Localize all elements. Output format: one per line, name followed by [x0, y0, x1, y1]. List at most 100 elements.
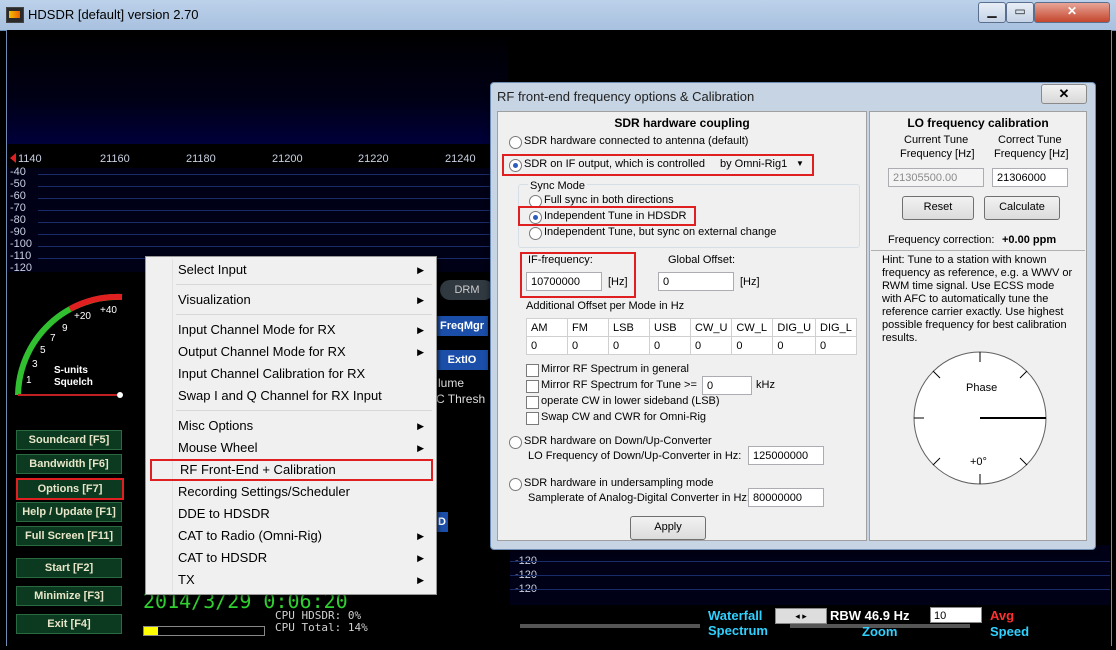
mode-offset-cell[interactable]: 0	[567, 336, 609, 355]
antenna-radio[interactable]	[509, 136, 522, 149]
menu-item-output-channel-mode[interactable]: Output Channel Mode for RX ▶	[146, 341, 434, 363]
mode-offset-cell[interactable]: 0	[649, 336, 691, 355]
samplerate-input[interactable]: 80000000	[748, 488, 824, 507]
sync-ext-radio[interactable]	[529, 227, 542, 240]
mirror-tune-input[interactable]: 0	[702, 376, 752, 395]
mode-offset-cell[interactable]: 0	[526, 336, 568, 355]
lo-calibration-title: LO frequency calibration	[907, 116, 1049, 130]
freq-tick: 21220	[358, 153, 389, 165]
level-bar	[143, 626, 265, 636]
thresh-label: C Thresh	[436, 392, 486, 406]
menu-item-misc-options[interactable]: Misc Options ▶	[146, 415, 434, 437]
sync-indep-radio[interactable]	[529, 211, 542, 224]
lo-freq-input[interactable]: 125000000	[748, 446, 824, 465]
options-button[interactable]: Options [F7]	[16, 478, 124, 500]
mode-offset-cell[interactable]: 0	[608, 336, 650, 355]
drm-button[interactable]: DRM	[440, 280, 494, 300]
converter-radio[interactable]	[509, 436, 522, 449]
swap-cw-checkbox[interactable]	[526, 412, 539, 425]
close-button[interactable]: ✕	[1034, 2, 1110, 23]
spectrum-label: Spectrum	[708, 623, 768, 638]
mirror-general-checkbox[interactable]	[526, 364, 539, 377]
omnirig-select[interactable]: by Omni-Rig1	[720, 158, 787, 170]
lo-freq-label: LO Frequency of Down/Up-Converter in Hz:	[528, 450, 742, 462]
freqmgr-button[interactable]: FreqMgr	[436, 316, 488, 336]
partial-button[interactable]: D	[436, 512, 448, 532]
reset-button[interactable]: Reset	[902, 196, 974, 220]
mode-header: LSB	[608, 318, 650, 337]
if-output-radio[interactable]	[509, 159, 522, 172]
zoom-label: Zoom	[862, 624, 898, 639]
menu-item-input-calibration[interactable]: Input Channel Calibration for RX	[146, 363, 434, 385]
display-controls: Waterfall Spectrum ◂ ▸ RBW 46.9 Hz 10 Av…	[510, 606, 1110, 646]
waterfall-arrows[interactable]: ◂ ▸	[775, 608, 827, 624]
mode-offset-cell[interactable]: 0	[772, 336, 817, 355]
current-tune-unit: Frequency [Hz]	[900, 148, 975, 160]
minimize-app-button[interactable]: Minimize [F3]	[16, 586, 122, 606]
menu-item-dde[interactable]: DDE to HDSDR	[146, 503, 434, 525]
extio-button[interactable]: ExtIO	[436, 350, 488, 370]
minimize-button[interactable]: ▁	[978, 2, 1006, 23]
cpu-total: CPU Total: 14%	[275, 621, 368, 634]
full-screen-button[interactable]: Full Screen [F11]	[16, 526, 122, 546]
mode-offset-cell[interactable]: 0	[815, 336, 858, 355]
mirror-tune-checkbox[interactable]	[526, 380, 539, 393]
s-scale: +20	[74, 311, 91, 322]
mode-offset-cell[interactable]: 0	[731, 336, 774, 355]
slider-track[interactable]	[520, 624, 700, 628]
menu-item-visualization[interactable]: Visualization ▶	[146, 289, 434, 311]
s-meter: 1 3 5 7 9 +20 +40 S-units Squelch	[10, 285, 128, 400]
submenu-arrow-icon: ▶	[417, 443, 424, 453]
correct-tune-unit: Frequency [Hz]	[994, 148, 1069, 160]
s-units-label: S-units	[54, 365, 88, 376]
menu-item-recording[interactable]: Recording Settings/Scheduler	[146, 481, 434, 503]
samplerate-label: Samplerate of Analog-Digital Converter i…	[528, 492, 750, 504]
global-offset-input[interactable]: 0	[658, 272, 734, 291]
correct-tune-input[interactable]: 21306000	[992, 168, 1068, 187]
menu-item-select-input[interactable]: Select Input ▶	[146, 259, 434, 281]
waterfall-display[interactable]	[8, 32, 508, 144]
sync-full-label: Full sync in both directions	[544, 194, 674, 206]
bandwidth-button[interactable]: Bandwidth [F6]	[16, 454, 122, 474]
lower-spectrum[interactable]: -120 -120 -120	[510, 545, 1110, 605]
volume-label: lume	[438, 376, 465, 390]
submenu-arrow-icon: ▶	[417, 295, 424, 305]
help-update-button[interactable]: Help / Update [F1]	[16, 502, 122, 522]
db-label: -110	[10, 250, 32, 262]
chevron-down-icon[interactable]: ▼	[796, 159, 804, 168]
if-freq-input[interactable]: 10700000	[526, 272, 602, 291]
menu-item-mouse-wheel[interactable]: Mouse Wheel ▶	[146, 437, 434, 459]
maximize-button[interactable]: ▭	[1006, 2, 1034, 23]
soundcard-button[interactable]: Soundcard [F5]	[16, 430, 122, 450]
menu-item-tx[interactable]: TX ▶	[146, 569, 434, 591]
antenna-label: SDR hardware connected to antenna (defau…	[524, 135, 749, 147]
menu-item-cat-radio[interactable]: CAT to Radio (Omni-Rig) ▶	[146, 525, 434, 547]
submenu-arrow-icon: ▶	[417, 531, 424, 541]
start-button[interactable]: Start [F2]	[16, 558, 122, 578]
s-scale: +40	[100, 305, 117, 316]
dialog-close-button[interactable]: ✕	[1041, 84, 1087, 104]
db-label: -60	[10, 190, 26, 202]
menu-item-rf-frontend[interactable]: RF Front-End + Calibration	[150, 459, 433, 481]
avg-select[interactable]: 10	[930, 607, 982, 623]
s-scale: 7	[50, 333, 56, 344]
sync-mode-title: Sync Mode	[528, 180, 588, 192]
s-scale: 1	[26, 375, 32, 386]
menu-item-cat-hdsdr[interactable]: CAT to HDSDR ▶	[146, 547, 434, 569]
menu-item-input-channel-mode[interactable]: Input Channel Mode for RX ▶	[146, 319, 434, 341]
avg-label: Avg	[990, 608, 1015, 623]
submenu-arrow-icon: ▶	[417, 553, 424, 563]
exit-button[interactable]: Exit [F4]	[16, 614, 122, 634]
cw-lsb-checkbox[interactable]	[526, 396, 539, 409]
tune-marker-icon[interactable]	[10, 153, 16, 163]
mode-header: FM	[567, 318, 609, 337]
hz-unit: [Hz]	[608, 276, 628, 288]
correct-tune-label: Correct Tune	[998, 134, 1062, 146]
menu-item-swap-iq[interactable]: Swap I and Q Channel for RX Input	[146, 385, 434, 407]
undersampling-radio[interactable]	[509, 478, 522, 491]
apply-button[interactable]: Apply	[630, 516, 706, 540]
cpu-usage: CPU HDSDR: 0% CPU Total: 14%	[275, 610, 368, 634]
frequency-axis[interactable]: 1140 21160 21180 21200 21220 21240	[8, 150, 508, 169]
mode-offset-cell[interactable]: 0	[689, 336, 733, 355]
calculate-button[interactable]: Calculate	[984, 196, 1060, 220]
